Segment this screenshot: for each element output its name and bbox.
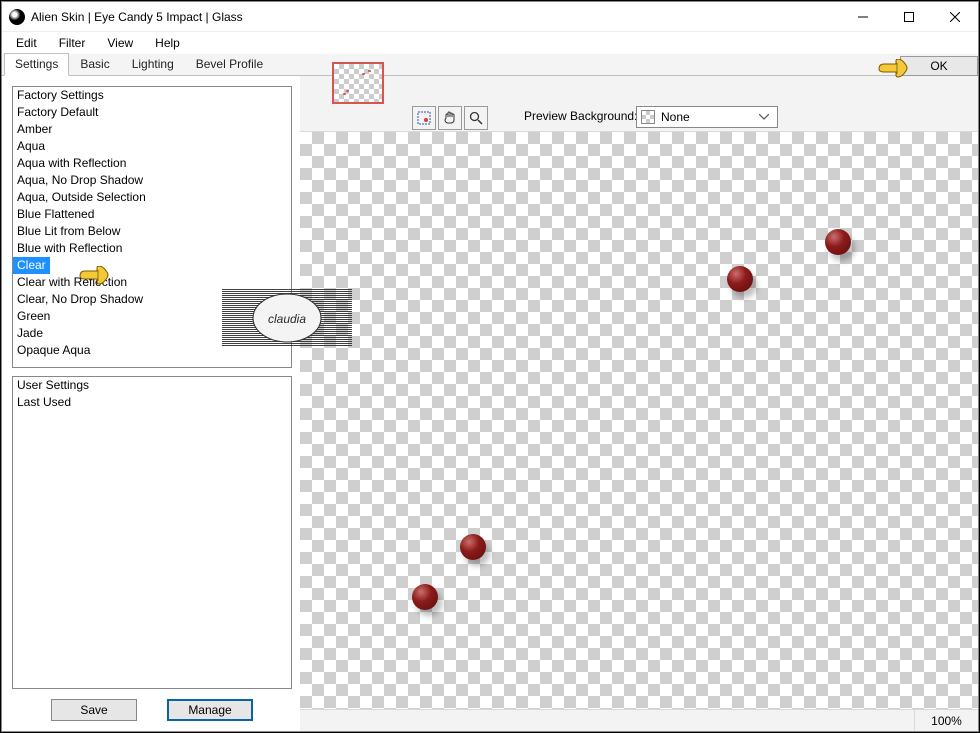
user-settings-header: User Settings: [13, 377, 291, 394]
preset-aqua-no-drop-shadow[interactable]: Aqua, No Drop Shadow: [13, 172, 291, 189]
transparency-swatch-icon: [641, 110, 655, 124]
menu-edit[interactable]: Edit: [6, 34, 47, 52]
preset-clear-no-drop-shadow[interactable]: Clear, No Drop Shadow: [13, 291, 291, 308]
preview-background-select[interactable]: None: [636, 106, 778, 128]
preset-opaque-aqua[interactable]: Opaque Aqua: [13, 342, 291, 359]
ok-button[interactable]: OK: [900, 56, 978, 76]
tab-bevel-profile[interactable]: Bevel Profile: [185, 53, 274, 76]
preset-last-used[interactable]: Last Used: [13, 394, 291, 411]
marquee-tool-icon[interactable]: [412, 106, 436, 130]
menu-filter[interactable]: Filter: [49, 34, 96, 52]
menubar: Edit Filter View Help: [2, 32, 978, 54]
tab-settings[interactable]: Settings: [4, 53, 69, 76]
preview-toolstrip: Preview Background: None: [300, 76, 978, 132]
app-icon: [9, 9, 25, 25]
preset-blue-with-reflection[interactable]: Blue with Reflection: [13, 240, 291, 257]
user-settings-list[interactable]: User Settings Last Used: [12, 376, 292, 689]
factory-settings-list[interactable]: Factory Settings Factory Default Amber A…: [12, 86, 292, 368]
statusbar: 100%: [300, 709, 978, 731]
preset-clear[interactable]: Clear: [13, 257, 50, 274]
minimize-button[interactable]: [840, 2, 886, 32]
maximize-button[interactable]: [886, 2, 932, 32]
preview-canvas[interactable]: [300, 132, 978, 709]
tabstrip: Settings Basic Lighting Bevel Profile: [2, 54, 978, 76]
preset-amber[interactable]: Amber: [13, 121, 291, 138]
app-window: Alien Skin | Eye Candy 5 Impact | Glass …: [1, 1, 979, 732]
preset-aqua-with-reflection[interactable]: Aqua with Reflection: [13, 155, 291, 172]
preset-clear-with-reflection[interactable]: Clear with Reflection: [13, 274, 291, 291]
preview-object: [727, 266, 753, 292]
manage-button[interactable]: Manage: [167, 699, 253, 721]
preset-aqua[interactable]: Aqua: [13, 138, 291, 155]
preset-buttons: Save Manage: [12, 699, 292, 721]
preset-aqua-outside-selection[interactable]: Aqua, Outside Selection: [13, 189, 291, 206]
close-button[interactable]: [932, 2, 978, 32]
titlebar: Alien Skin | Eye Candy 5 Impact | Glass: [2, 2, 978, 32]
settings-pane: Factory Settings Factory Default Amber A…: [2, 76, 300, 731]
navigator-thumbnail[interactable]: [332, 62, 384, 104]
preset-blue-flattened[interactable]: Blue Flattened: [13, 206, 291, 223]
preview-pane: OK Cancel: [300, 76, 978, 731]
chevron-down-icon: [755, 107, 773, 127]
preview-object: [412, 584, 438, 610]
save-button[interactable]: Save: [51, 699, 137, 721]
preview-object: [825, 229, 851, 255]
preset-factory-default[interactable]: Factory Default: [13, 104, 291, 121]
preset-green[interactable]: Green: [13, 308, 291, 325]
preset-jade[interactable]: Jade: [13, 325, 291, 342]
factory-settings-header: Factory Settings: [13, 87, 291, 104]
client-area: Factory Settings Factory Default Amber A…: [2, 76, 978, 731]
window-title: Alien Skin | Eye Candy 5 Impact | Glass: [31, 10, 243, 24]
zoom-level[interactable]: 100%: [914, 710, 978, 731]
tab-basic[interactable]: Basic: [69, 53, 120, 76]
hand-tool-icon[interactable]: [438, 106, 462, 130]
tab-lighting[interactable]: Lighting: [121, 53, 185, 76]
preview-object: [460, 534, 486, 560]
preset-blue-lit-from-below[interactable]: Blue Lit from Below: [13, 223, 291, 240]
zoom-tool-icon[interactable]: [464, 106, 488, 130]
menu-view[interactable]: View: [97, 34, 143, 52]
preview-background-label: Preview Background:: [524, 109, 637, 123]
preview-background-value: None: [661, 110, 690, 124]
menu-help[interactable]: Help: [145, 34, 190, 52]
